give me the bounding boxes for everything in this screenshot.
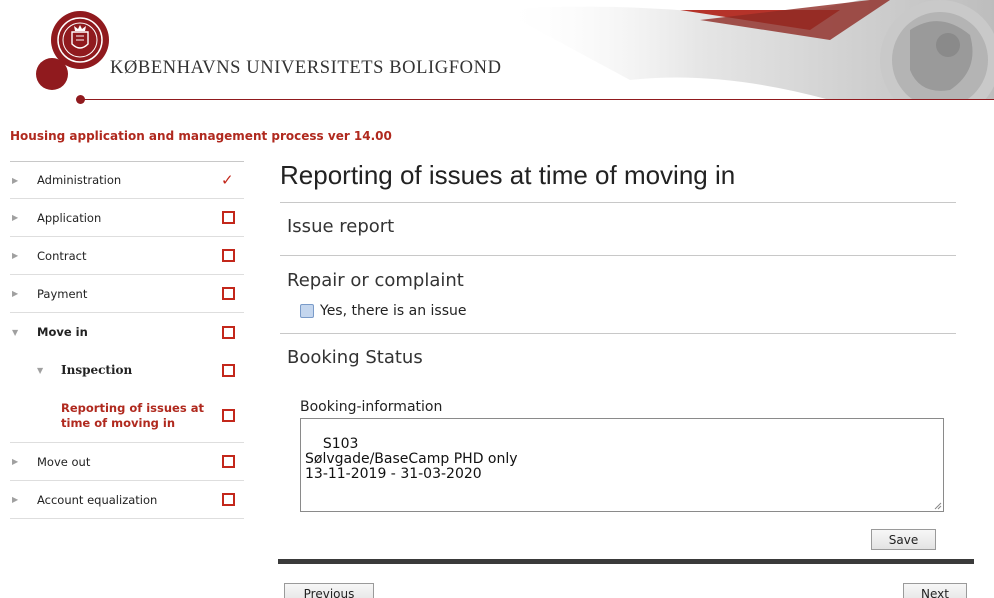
process-title: Housing application and management proce… xyxy=(10,129,392,143)
status-box-icon xyxy=(222,363,235,377)
status-box-icon xyxy=(222,455,235,468)
issue-checkbox[interactable] xyxy=(300,304,314,318)
caret-down-icon: ▼ xyxy=(12,327,19,337)
section-title-repair: Repair or complaint xyxy=(287,270,464,291)
caret-right-icon: ▶ xyxy=(12,289,19,298)
caret-down-icon: ▼ xyxy=(37,365,44,375)
brand-name: KØBENHAVNS UNIVERSITETS BOLIGFOND xyxy=(110,58,502,78)
next-button[interactable]: Next xyxy=(903,583,967,598)
sidebar-item-payment[interactable]: ▶ Payment xyxy=(10,275,244,313)
section-divider xyxy=(280,333,956,334)
status-box-icon xyxy=(222,211,235,224)
sidebar-item-label: Administration xyxy=(37,173,122,187)
status-box-icon xyxy=(222,409,235,422)
section-divider xyxy=(280,255,956,256)
sidebar-item-label: Move in xyxy=(37,325,88,339)
footer-divider xyxy=(278,559,974,564)
sidebar-item-reporting-issues[interactable]: Reporting of issues at time of moving in xyxy=(10,389,244,443)
divider-dot xyxy=(76,95,85,104)
process-sidebar: ▶ Administration ✓ ▶ Application ▶ Contr… xyxy=(10,161,244,519)
section-title-booking-status: Booking Status xyxy=(287,347,423,368)
sidebar-item-label: Inspection xyxy=(61,363,133,377)
issue-checkbox-row[interactable]: Yes, there is an issue xyxy=(300,303,467,319)
previous-button[interactable]: Previous xyxy=(284,583,374,598)
section-divider xyxy=(280,202,956,203)
header-divider xyxy=(80,99,994,100)
status-box-icon xyxy=(222,287,235,300)
sidebar-item-label: Payment xyxy=(37,286,88,301)
caret-right-icon: ▶ xyxy=(12,251,19,260)
resize-handle-icon[interactable] xyxy=(934,502,942,510)
status-box-icon xyxy=(222,493,235,506)
sidebar-item-move-in[interactable]: ▼ Move in xyxy=(10,313,244,351)
status-box-icon xyxy=(222,249,235,262)
sidebar-item-application[interactable]: ▶ Application xyxy=(10,199,244,237)
university-seal-artwork xyxy=(500,0,994,100)
booking-info-textarea[interactable]: S103 Sølvgade/BaseCamp PHD only 13-11-20… xyxy=(300,418,944,512)
section-title-issue-report: Issue report xyxy=(287,216,395,237)
caret-right-icon: ▶ xyxy=(12,175,19,185)
booking-info-value: S103 Sølvgade/BaseCamp PHD only 13-11-20… xyxy=(305,436,518,482)
sidebar-item-label: Contract xyxy=(37,248,87,263)
caret-right-icon: ▶ xyxy=(12,213,19,222)
caret-right-icon: ▶ xyxy=(12,495,19,504)
sidebar-item-label: Move out xyxy=(37,454,91,469)
sidebar-item-move-out[interactable]: ▶ Move out xyxy=(10,443,244,481)
sidebar-item-label: Application xyxy=(37,210,102,225)
sidebar-item-contract[interactable]: ▶ Contract xyxy=(10,237,244,275)
status-box-icon xyxy=(222,325,235,339)
page-title: Reporting of issues at time of moving in xyxy=(280,160,736,190)
sidebar-item-administration[interactable]: ▶ Administration ✓ xyxy=(10,161,244,199)
booking-info-label: Booking-information xyxy=(300,399,443,415)
sidebar-item-label-current: Reporting of issues at time of moving in xyxy=(61,400,204,430)
checkmark-icon: ✓ xyxy=(221,171,234,189)
sidebar-item-inspection[interactable]: ▼ Inspection xyxy=(10,351,244,389)
logo-dot xyxy=(36,58,68,90)
save-button[interactable]: Save xyxy=(871,529,936,550)
caret-right-icon: ▶ xyxy=(12,457,19,466)
issue-checkbox-label: Yes, there is an issue xyxy=(320,303,467,319)
sidebar-item-label: Account equalization xyxy=(37,492,158,507)
site-header: KØBENHAVNS UNIVERSITETS BOLIGFOND xyxy=(0,0,994,110)
sidebar-item-account-equalization[interactable]: ▶ Account equalization xyxy=(10,481,244,519)
